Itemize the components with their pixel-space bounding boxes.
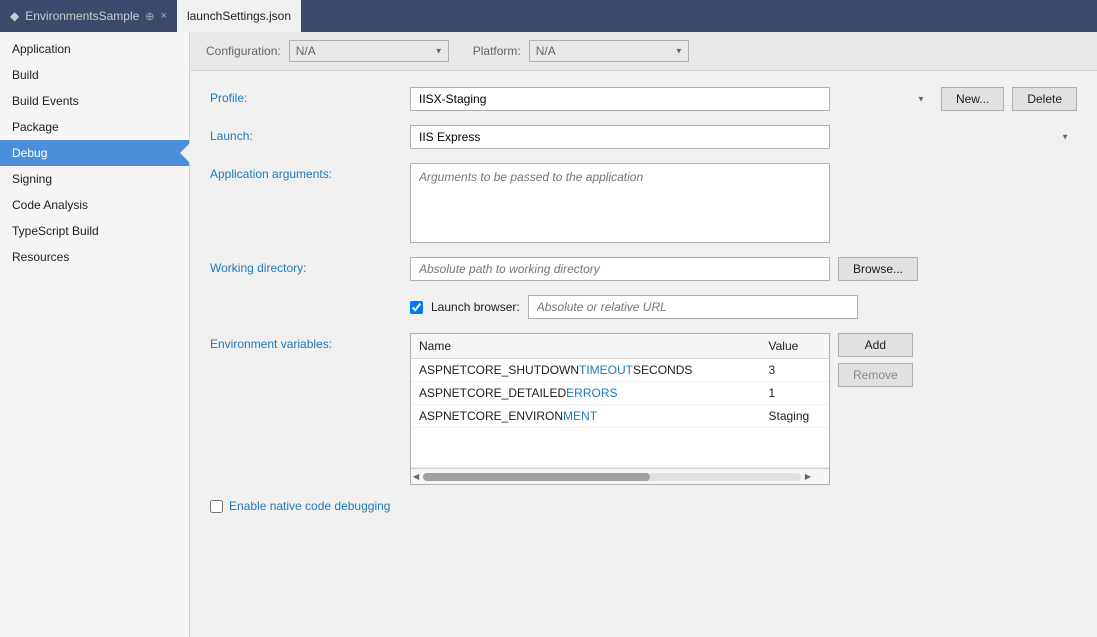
tab-label: EnvironmentsSample [25, 9, 139, 23]
tab-environments-sample[interactable]: ◆ EnvironmentsSample ⊕ × [0, 0, 177, 32]
env-col-value: Value [761, 334, 830, 359]
sidebar-item-application[interactable]: Application [0, 36, 189, 62]
config-label: Configuration: [206, 44, 281, 58]
native-debug-checkbox[interactable] [210, 500, 223, 513]
sidebar-item-resources[interactable]: Resources [0, 244, 189, 270]
working-dir-row: Working directory: Browse... [210, 257, 1077, 281]
pin-icon[interactable]: ⊕ [145, 10, 154, 23]
new-button[interactable]: New... [941, 87, 1004, 111]
launch-browser-control: Launch browser: [410, 295, 1077, 319]
launch-browser-checkbox[interactable] [410, 301, 423, 314]
form-content: Profile: IISX-Staging IIS Express Enviro… [190, 71, 1097, 529]
app-args-control [410, 163, 1077, 243]
platform-label: Platform: [473, 44, 521, 58]
launch-control: IIS Express Project Executable [410, 125, 1077, 149]
app-args-label: Application arguments: [210, 163, 410, 181]
env-key: ASPNETCORE_SHUTDOWNTIMEOUTSECONDS [411, 359, 761, 382]
env-vars-label: Environment variables: [210, 333, 410, 351]
scroll-right-btn[interactable]: ▶ [803, 472, 813, 481]
env-value: 1 [761, 382, 830, 405]
env-value: Staging [761, 405, 830, 428]
sidebar-item-signing[interactable]: Signing [0, 166, 189, 192]
env-buttons: Add Remove [838, 333, 913, 387]
env-key: ASPNETCORE_DETAILEDERRORS [411, 382, 761, 405]
working-dir-label: Working directory: [210, 257, 410, 275]
table-row[interactable]: ASPNETCORE_ENVIRONMENT Staging [411, 405, 829, 428]
profile-row: Profile: IISX-Staging IIS Express Enviro… [210, 87, 1077, 111]
launch-label: Launch: [210, 125, 410, 143]
env-vars-row: Environment variables: Name Value [210, 333, 1077, 485]
native-debug-row: Enable native code debugging [210, 499, 1077, 513]
platform-select[interactable]: N/A [529, 40, 689, 62]
native-debug-label: Enable native code debugging [229, 499, 390, 513]
scroll-left-btn[interactable]: ◀ [411, 472, 421, 481]
sidebar: Application Build Build Events Package D… [0, 32, 190, 637]
tab-launch-settings[interactable]: launchSettings.json [177, 0, 301, 32]
launch-browser-url[interactable] [528, 295, 858, 319]
profile-select[interactable]: IISX-Staging IIS Express EnvironmentsSam… [410, 87, 830, 111]
app-args-textarea[interactable] [410, 163, 830, 243]
browse-button[interactable]: Browse... [838, 257, 918, 281]
title-bar: ◆ EnvironmentsSample ⊕ × launchSettings.… [0, 0, 1097, 32]
delete-button[interactable]: Delete [1012, 87, 1077, 111]
sidebar-item-build[interactable]: Build [0, 62, 189, 88]
close-icon[interactable]: × [161, 10, 167, 22]
sidebar-item-typescript-build[interactable]: TypeScript Build [0, 218, 189, 244]
scrollbar-thumb[interactable] [423, 473, 650, 481]
config-select-wrapper: N/A [289, 40, 449, 62]
horizontal-scrollbar[interactable]: ◀ ▶ [411, 468, 829, 484]
profile-control: IISX-Staging IIS Express EnvironmentsSam… [410, 87, 1077, 111]
launch-select-wrapper: IIS Express Project Executable [410, 125, 1077, 149]
table-row-empty [411, 428, 829, 468]
sidebar-item-code-analysis[interactable]: Code Analysis [0, 192, 189, 218]
remove-button[interactable]: Remove [838, 363, 913, 387]
sidebar-item-build-events[interactable]: Build Events [0, 88, 189, 114]
launch-browser-label: Launch browser: [431, 300, 520, 314]
env-table: Name Value ASPNETCORE_SHUTDOWNTIMEOUTSEC… [411, 334, 829, 468]
env-table-wrapper: Name Value ASPNETCORE_SHUTDOWNTIMEOUTSEC… [410, 333, 830, 485]
launch-browser-spacer [210, 305, 410, 309]
launch-row: Launch: IIS Express Project Executable [210, 125, 1077, 149]
content-area: Configuration: N/A Platform: N/A Profile… [190, 32, 1097, 637]
top-bar: Configuration: N/A Platform: N/A [190, 32, 1097, 71]
active-arrow [180, 143, 190, 163]
tab-label-active: launchSettings.json [187, 9, 291, 23]
app-args-row: Application arguments: [210, 163, 1077, 243]
config-select[interactable]: N/A [289, 40, 449, 62]
env-vars-control: Name Value ASPNETCORE_SHUTDOWNTIMEOUTSEC… [410, 333, 1077, 485]
profile-label: Profile: [210, 87, 410, 105]
sidebar-item-debug[interactable]: Debug [0, 140, 189, 166]
env-key: ASPNETCORE_ENVIRONMENT [411, 405, 761, 428]
env-col-name: Name [411, 334, 761, 359]
working-dir-control: Browse... [410, 257, 1077, 281]
tab-icon: ◆ [10, 9, 19, 23]
platform-select-wrapper: N/A [529, 40, 689, 62]
sidebar-item-package[interactable]: Package [0, 114, 189, 140]
working-dir-input[interactable] [410, 257, 830, 281]
scrollbar-track[interactable] [423, 473, 801, 481]
table-row[interactable]: ASPNETCORE_DETAILEDERRORS 1 [411, 382, 829, 405]
env-value: 3 [761, 359, 830, 382]
add-button[interactable]: Add [838, 333, 913, 357]
launch-browser-row: Launch browser: [210, 295, 1077, 319]
table-row[interactable]: ASPNETCORE_SHUTDOWNTIMEOUTSECONDS 3 [411, 359, 829, 382]
main-layout: Application Build Build Events Package D… [0, 32, 1097, 637]
launch-select[interactable]: IIS Express Project Executable [410, 125, 830, 149]
profile-select-wrapper: IISX-Staging IIS Express EnvironmentsSam… [410, 87, 933, 111]
